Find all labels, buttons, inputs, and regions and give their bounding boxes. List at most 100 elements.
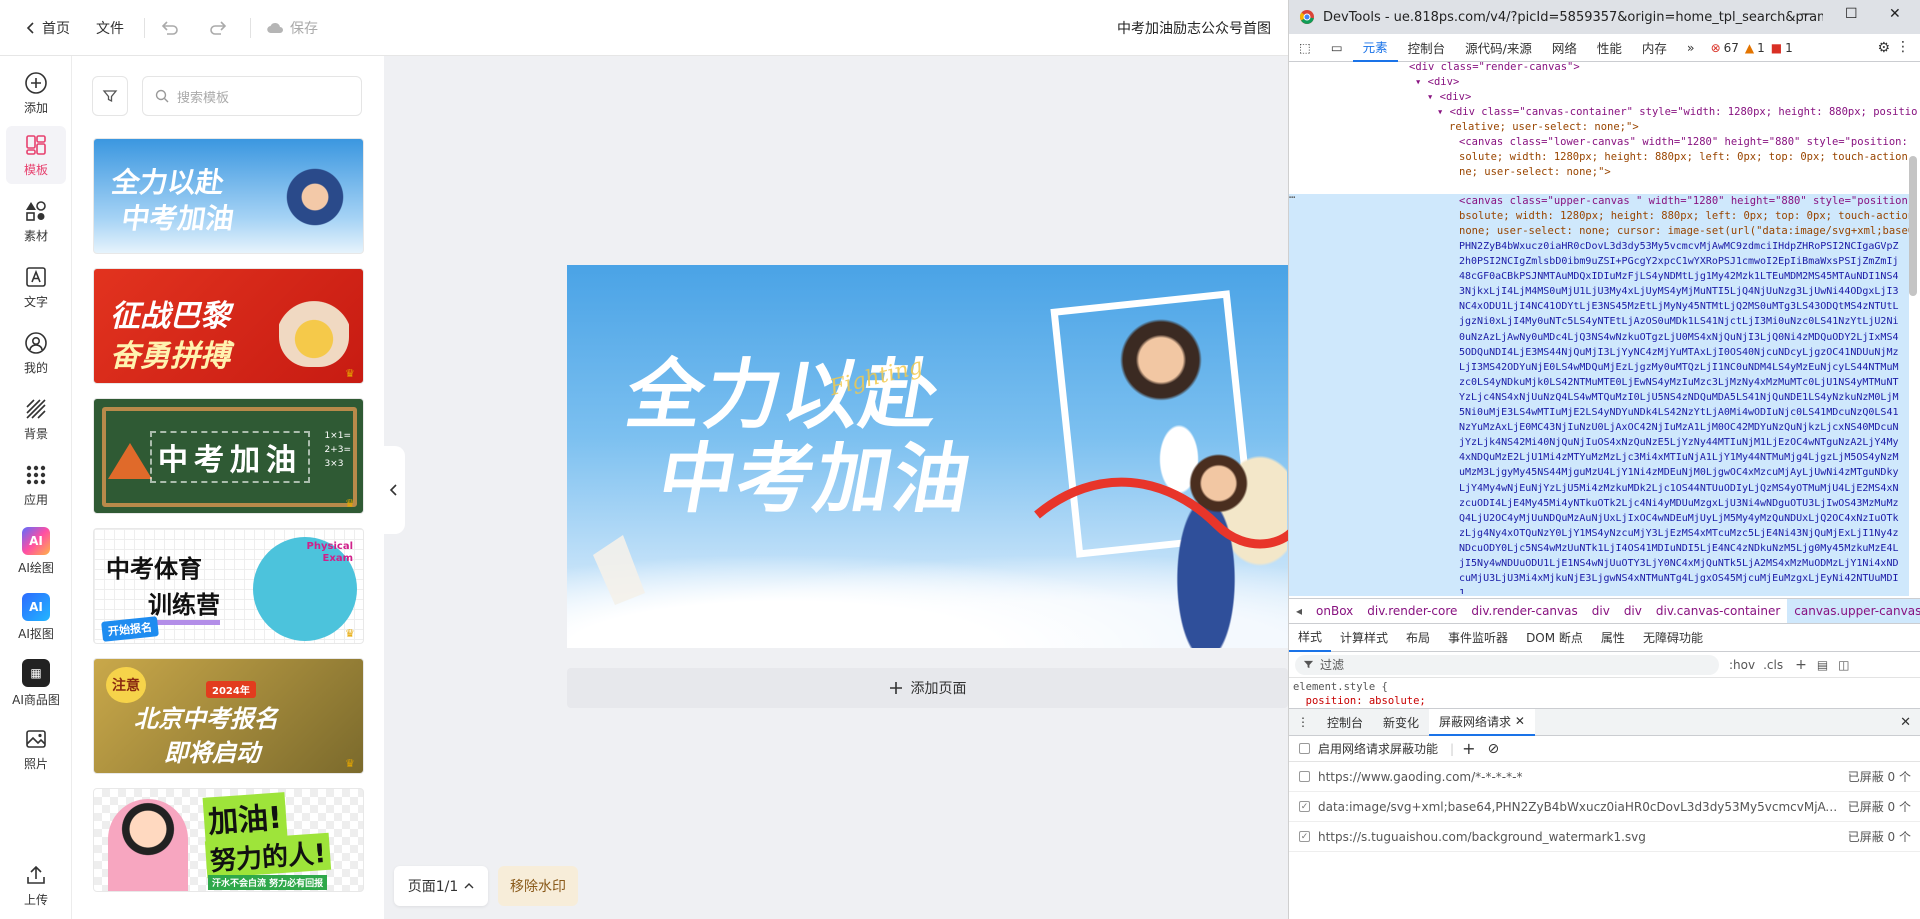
rail-ai-draw-label: AI绘图: [18, 560, 54, 575]
dom-line[interactable]: ▾ <div class="canvas-container" style="w…: [1437, 105, 1917, 120]
breadcrumb-item[interactable]: div.render-core: [1360, 599, 1464, 623]
sidebar-toggle-icon[interactable]: ◫: [1838, 658, 1849, 672]
issue-icon: ■: [1770, 40, 1783, 55]
dom-line: ne; user-select: none;">: [1459, 166, 1611, 178]
blocked-request-row[interactable]: ✓ data:image/svg+xml;base64,PHN2ZyB4bWxu…: [1289, 792, 1920, 822]
hov-toggle[interactable]: :hov: [1729, 658, 1755, 672]
undo-button[interactable]: [160, 0, 180, 56]
enable-blocking-label[interactable]: 启用网络请求屏蔽功能: [1318, 740, 1438, 757]
search-placeholder: 搜索模板: [177, 90, 230, 106]
pattern-checkbox[interactable]: ✓: [1299, 801, 1310, 812]
thumb1-line2: 中考加油: [119, 202, 237, 235]
thumb4-line1: 中考体育: [106, 555, 202, 583]
breadcrumb-item[interactable]: div.canvas-container: [1649, 599, 1787, 623]
document-title[interactable]: 中考加油励志公众号首图: [1117, 0, 1271, 56]
drawer-tab-request-blocking[interactable]: 屏蔽网络请求 ✕: [1429, 708, 1535, 736]
home-button[interactable]: 首页: [26, 0, 70, 56]
blocked-request-row[interactable]: https://www.gaoding.com/*-*-*-*-* 已屏蔽 0 …: [1289, 762, 1920, 792]
subtab-computed[interactable]: 计算样式: [1331, 624, 1397, 652]
drawer-tab-console[interactable]: 控制台: [1317, 709, 1373, 736]
rail-materials[interactable]: 素材: [6, 192, 66, 250]
template-thumb-3[interactable]: 中考加油 1×1= 2+3= 3×3 ♛: [93, 398, 364, 514]
maximize-icon[interactable]: ☐: [1845, 6, 1858, 22]
subtab-event-listeners[interactable]: 事件监听器: [1439, 624, 1517, 652]
clear-patterns-icon[interactable]: ⊘: [1487, 741, 1499, 757]
collapse-panel-button[interactable]: [383, 446, 405, 534]
drawer-tab-whats-new[interactable]: 新变化: [1373, 709, 1429, 736]
breadcrumb-item[interactable]: onBox: [1309, 599, 1360, 623]
new-rule-plus-icon[interactable]: +: [1795, 657, 1807, 673]
file-menu-button[interactable]: 文件: [96, 0, 124, 56]
filter-icon: [102, 90, 118, 103]
devtools-titlebar: DevTools - ue.818ps.com/v4/?picId=585935…: [1289, 0, 1920, 34]
rail-add[interactable]: 添加: [6, 64, 66, 122]
rail-photos[interactable]: 照片: [6, 720, 66, 778]
warning-count[interactable]: ▲ 1: [1745, 41, 1765, 55]
template-thumb-2[interactable]: 征战巴黎 奋勇拼搏 ♛: [93, 268, 364, 384]
subtab-layout[interactable]: 布局: [1397, 624, 1439, 652]
close-tab-icon[interactable]: ✕: [1515, 714, 1525, 728]
subtab-styles[interactable]: 样式: [1289, 624, 1332, 652]
redo-button[interactable]: [208, 0, 228, 56]
dom-scrollbar[interactable]: [1909, 156, 1917, 296]
rail-mine[interactable]: 我的: [6, 324, 66, 382]
kebab-menu-icon[interactable]: ⋮: [1896, 39, 1910, 55]
rail-add-label: 添加: [23, 100, 48, 115]
subtab-dom-breakpoints[interactable]: DOM 断点: [1517, 624, 1592, 652]
paint-icon[interactable]: ▤: [1817, 658, 1828, 672]
blocked-pattern-url: data:image/svg+xml;base64,PHN2ZyB4bWxucz…: [1318, 799, 1847, 814]
settings-gear-icon[interactable]: ⚙: [1877, 40, 1890, 56]
rail-text[interactable]: 文字: [6, 258, 66, 316]
thumb5-year: 2024年: [206, 681, 256, 698]
remove-watermark-button[interactable]: 移除水印: [498, 866, 578, 906]
styles-filter-input[interactable]: 过滤: [1295, 654, 1719, 675]
template-search-input[interactable]: 搜索模板: [142, 76, 362, 116]
issue-count[interactable]: ■ 1: [1771, 41, 1793, 55]
cls-toggle[interactable]: .cls: [1763, 658, 1783, 672]
add-page-button[interactable]: 添加页面: [567, 668, 1288, 708]
rail-ai-cutout-label: AI抠图: [18, 626, 54, 641]
rail-ai-product[interactable]: ▦ AI商品图: [6, 654, 66, 712]
node-ellipsis-icon[interactable]: …: [1289, 188, 1295, 203]
dom-line[interactable]: ▾ <div>: [1427, 90, 1471, 105]
drawer-menu-icon[interactable]: ⋮: [1289, 709, 1317, 736]
subtab-properties[interactable]: 属性: [1592, 624, 1634, 652]
template-thumb-5[interactable]: 注意 2024年 北京中考报名 即将启动 ♛: [93, 658, 364, 774]
enable-blocking-checkbox[interactable]: [1299, 743, 1310, 754]
rail-upload[interactable]: 上传: [6, 856, 66, 914]
dom-line[interactable]: ▾ <div>: [1415, 75, 1459, 90]
blocked-request-row[interactable]: ✓ https://s.tuguaishou.com/background_wa…: [1289, 822, 1920, 852]
breadcrumb-item[interactable]: div.render-canvas: [1464, 599, 1584, 623]
breadcrumb-item[interactable]: div: [1617, 599, 1649, 623]
subtab-accessibility[interactable]: 无障碍功能: [1634, 624, 1712, 652]
breadcrumb-scroll-left-icon[interactable]: ◂: [1289, 599, 1309, 623]
minimize-icon[interactable]: —: [1801, 6, 1815, 22]
error-count[interactable]: ⊗ 67: [1711, 41, 1739, 55]
dom-line[interactable]: <canvas class="lower-canvas" width="1280…: [1459, 135, 1909, 150]
rail-apps[interactable]: 应用: [6, 456, 66, 514]
template-thumb-6[interactable]: 加油! 努力的人! 汗水不会白流 努力必有回报: [93, 788, 364, 892]
rail-ai-cutout[interactable]: AI AI抠图: [6, 588, 66, 646]
add-pattern-plus-icon[interactable]: +: [1462, 739, 1475, 758]
breadcrumb-item-active[interactable]: canvas.upper-canvas.: [1787, 599, 1920, 623]
rail-upload-label: 上传: [23, 892, 48, 907]
template-thumb-1[interactable]: 全力以赴 中考加油: [93, 138, 364, 254]
save-button[interactable]: 保存: [266, 0, 318, 56]
pattern-checkbox[interactable]: [1299, 771, 1310, 782]
pattern-checkbox[interactable]: ✓: [1299, 831, 1310, 842]
design-canvas[interactable]: 全力以赴 中考加油 Fighting: [567, 265, 1288, 648]
close-icon[interactable]: ✕: [1889, 6, 1901, 22]
dom-line-selected[interactable]: <canvas class="upper-canvas " width="128…: [1459, 194, 1909, 210]
page-indicator-button[interactable]: 页面1/1: [394, 866, 488, 906]
rail-ai-draw[interactable]: AI AI绘图: [6, 522, 66, 580]
template-thumb-4[interactable]: 中考体育 训练营 开始报名 Physical Exam ♛: [93, 528, 364, 644]
close-drawer-icon[interactable]: ✕: [1900, 715, 1911, 730]
divider: [144, 18, 145, 38]
canvas-headline-2[interactable]: 中考加油: [651, 417, 982, 527]
rail-background[interactable]: 背景: [6, 390, 66, 448]
filter-button[interactable]: [92, 76, 128, 116]
breadcrumb-item[interactable]: div: [1585, 599, 1617, 623]
rail-templates[interactable]: 模板: [6, 126, 66, 184]
element-style-rule: element.style { position: absolute;: [1293, 680, 1426, 708]
dom-line[interactable]: <div class="render-canvas">: [1409, 60, 1580, 75]
